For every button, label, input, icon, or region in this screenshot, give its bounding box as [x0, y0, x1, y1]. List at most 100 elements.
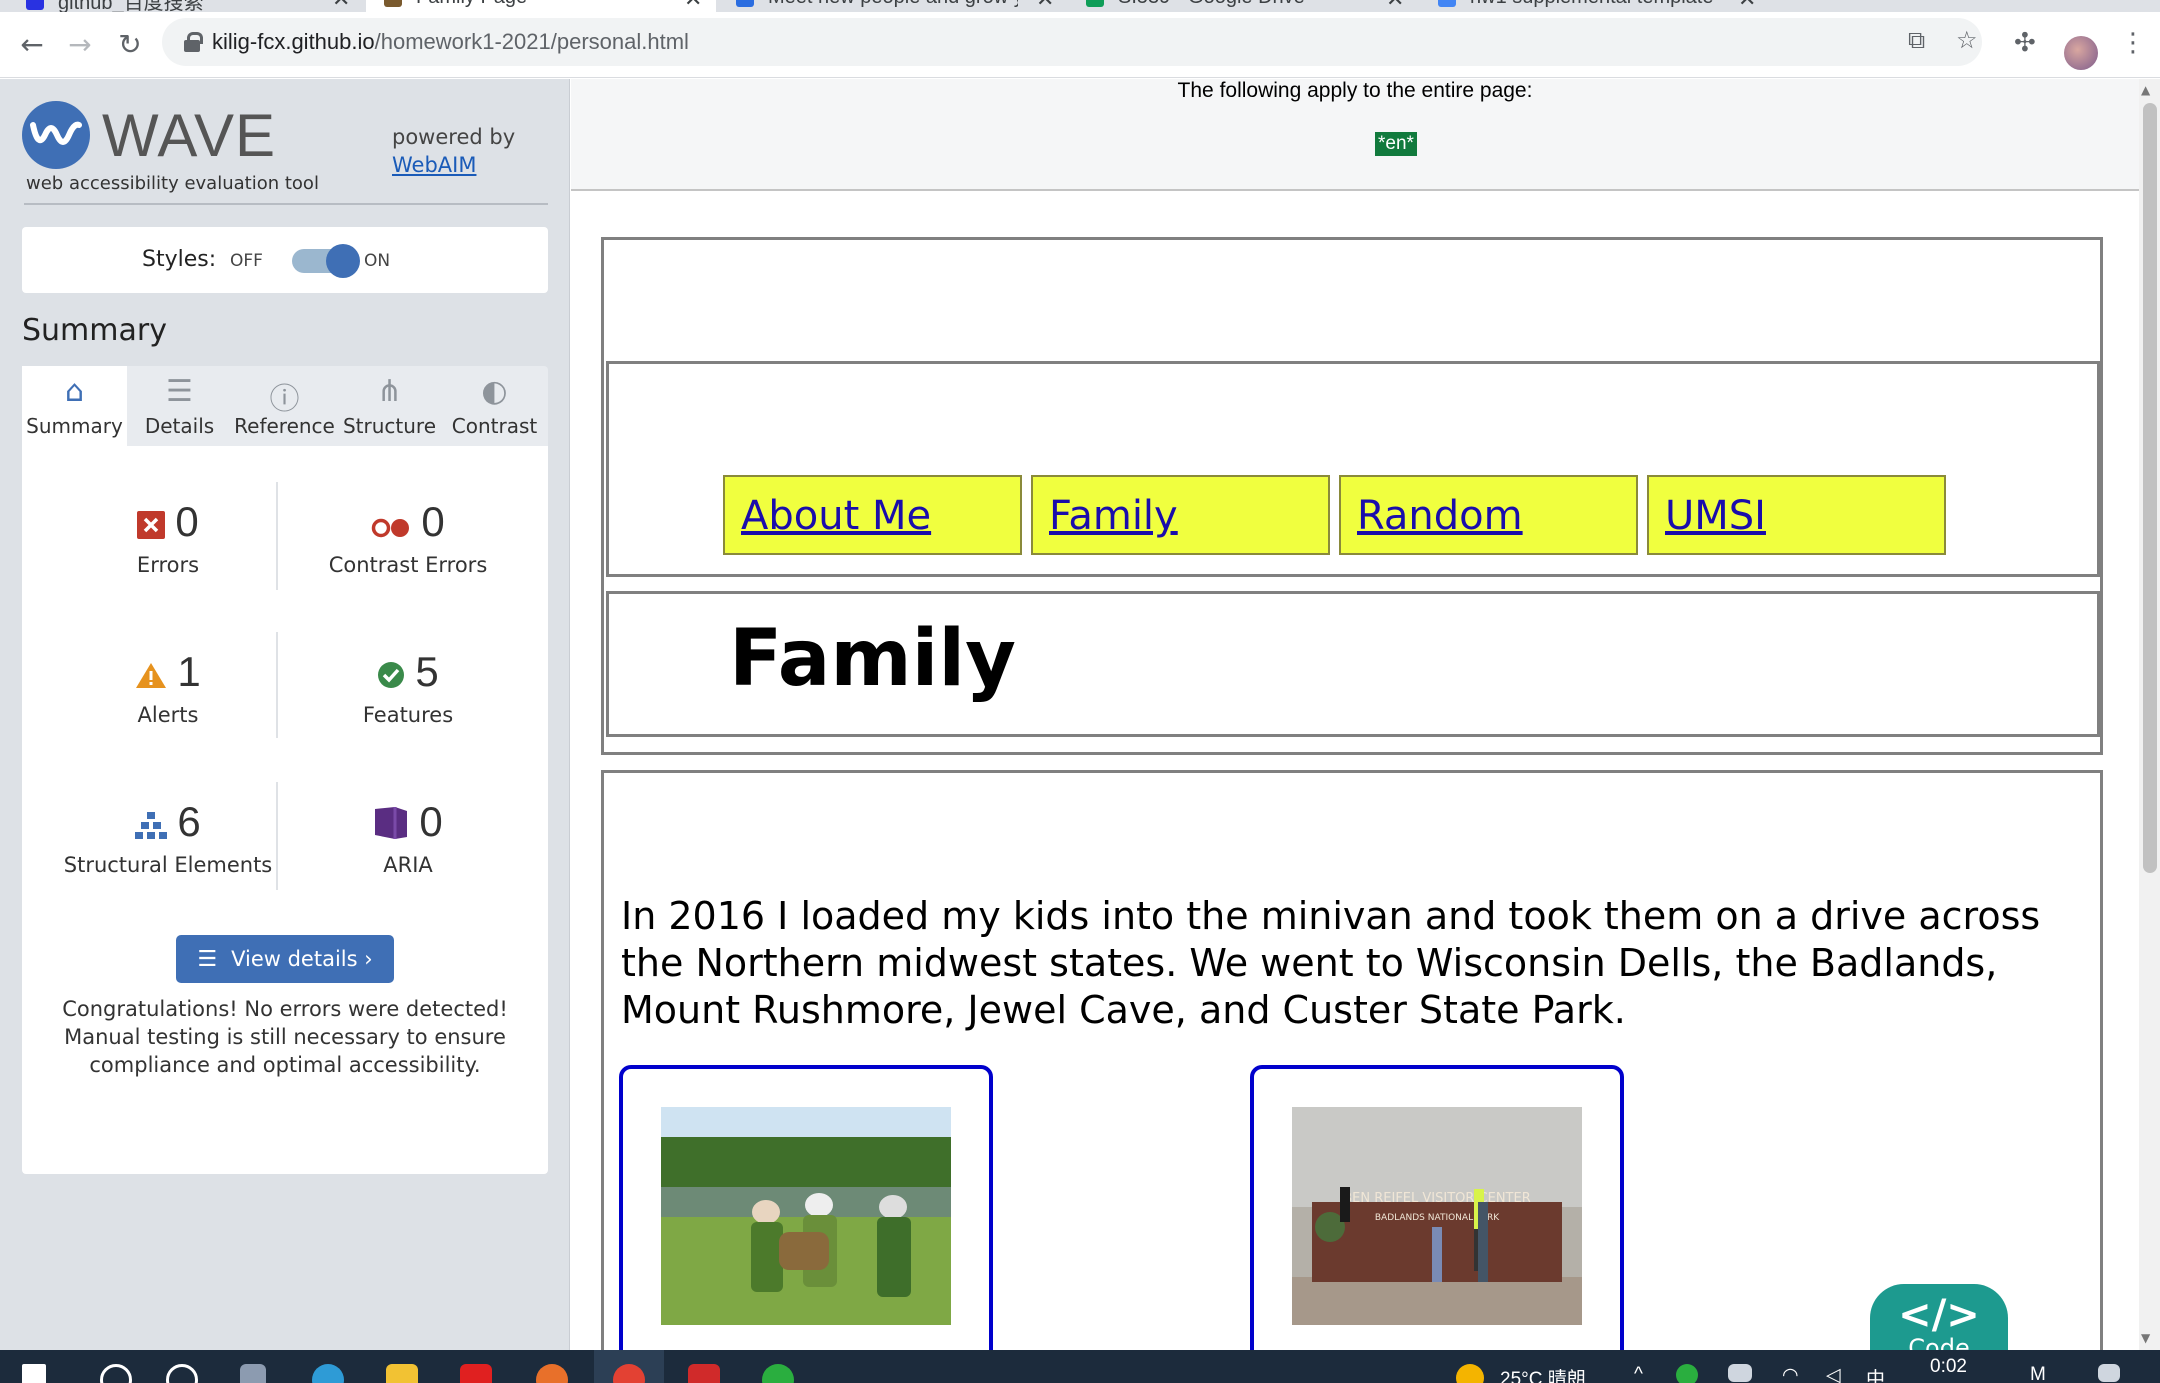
close-tab-icon[interactable]: ✕: [1738, 0, 1756, 12]
wave-tab-bar: ⌂ Summary ☰ Details ⓘ Reference ⋔ Struct…: [22, 366, 548, 446]
error-icon: [137, 501, 166, 549]
webaim-link[interactable]: WebAIM: [392, 153, 476, 177]
tab-details[interactable]: ☰ Details: [127, 366, 232, 446]
nav-link-family[interactable]: Family: [1031, 475, 1330, 555]
page-scrollbar[interactable]: ▲ ▼: [2139, 79, 2160, 1350]
close-tab-icon[interactable]: ✕: [1386, 0, 1404, 12]
nav-link-umsi[interactable]: UMSI: [1647, 475, 1946, 555]
address-bar[interactable]: kilig-fcx.github.io/homework1-2021/perso…: [162, 18, 1982, 66]
feature-icon: [377, 651, 405, 699]
avatar[interactable]: [2064, 36, 2098, 70]
menu-kebab-icon[interactable]: ⋮: [2120, 28, 2146, 58]
tab-strip: github_百度搜索 ✕ Family Page ✕ Meet new peo…: [0, 0, 2160, 12]
browser-tab[interactable]: SI539 - Google Drive ✕: [1086, 0, 1404, 12]
tab-contrast[interactable]: ◐ Contrast: [442, 366, 547, 446]
wechat-tray-icon[interactable]: [1676, 1364, 1698, 1383]
close-tab-icon[interactable]: ✕: [332, 0, 350, 12]
browser-tab[interactable]: hw1 supplemental template ✕: [1438, 0, 1756, 12]
weather-text[interactable]: 25°C 晴朗: [1500, 1364, 1586, 1383]
language-badge[interactable]: *en*: [1375, 132, 1417, 156]
cortana-icon[interactable]: [166, 1364, 198, 1383]
browser-toolbar: ← → ↻ kilig-fcx.github.io/homework1-2021…: [0, 12, 2160, 78]
code-toggle-button[interactable]: </> Code: [1870, 1284, 2008, 1350]
styles-off-label: OFF: [230, 251, 263, 271]
sign-text: BEN REIFEL VISITOR CENTER: [1343, 1191, 1531, 1206]
powered-by: powered by WebAIM: [392, 125, 516, 177]
stat-errors[interactable]: 0 Errors: [58, 498, 278, 577]
wifi-icon[interactable]: ◠: [1782, 1364, 1799, 1383]
volume-icon[interactable]: ◁: [1826, 1364, 1841, 1383]
drive-favicon-icon: [1086, 0, 1104, 7]
action-center-icon[interactable]: [2098, 1364, 2120, 1382]
tab-structure[interactable]: ⋔ Structure: [337, 366, 442, 446]
browser-tab-active[interactable]: Family Page ✕: [366, 0, 716, 12]
toggle-knob: [326, 244, 360, 278]
alert-icon: [135, 651, 167, 699]
wechat-icon[interactable]: [762, 1364, 794, 1383]
styles-toggle-box: Styles: OFF ON: [22, 227, 548, 293]
nav-link-about-me[interactable]: About Me: [723, 475, 1022, 555]
badlands-photo[interactable]: BEN REIFEL VISITOR CENTER BADLANDS NATIO…: [1292, 1107, 1582, 1325]
page-level-bar: The following apply to the entire page: …: [571, 79, 2139, 191]
styles-label: Styles:: [142, 247, 217, 272]
firefox-icon[interactable]: [536, 1364, 568, 1383]
tab-summary[interactable]: ⌂ Summary: [22, 366, 127, 446]
browser-window: { "browser": { "tabs": [ {"title": "gith…: [0, 0, 2160, 1383]
clock-time[interactable]: 0:02: [1930, 1356, 1967, 1378]
tray-expand-icon[interactable]: ^: [1634, 1364, 1643, 1383]
search-icon[interactable]: [100, 1364, 132, 1383]
stat-aria[interactable]: 0 ARIA: [298, 798, 518, 877]
header-section: About Me Family Random UMSI Family: [601, 237, 2103, 755]
battery-icon[interactable]: [1728, 1364, 1752, 1382]
browser-tab[interactable]: Meet new people and grow y ✕: [736, 0, 1054, 12]
scroll-up-icon[interactable]: ▲: [2141, 83, 2150, 97]
scroll-down-icon[interactable]: ▼: [2141, 1331, 2150, 1345]
url-text: kilig-fcx.github.io/homework1-2021/perso…: [212, 29, 689, 54]
wave-sidebar: WAVE web accessibility evaluation tool p…: [0, 79, 570, 1350]
photo-card: BEN REIFEL VISITOR CENTER BADLANDS NATIO…: [1250, 1065, 1624, 1350]
contrast-error-icon: [371, 501, 411, 549]
aria-icon: [373, 801, 409, 849]
page-favicon-icon: [384, 0, 402, 7]
stat-structural-elements[interactable]: 6 Structural Elements: [58, 798, 278, 877]
close-tab-icon[interactable]: ✕: [684, 0, 702, 12]
edge-icon[interactable]: [312, 1364, 344, 1383]
forward-icon[interactable]: →: [62, 28, 98, 62]
intro-paragraph: In 2016 I loaded my kids into the miniva…: [621, 894, 2041, 1032]
meetup-favicon-icon: [736, 0, 754, 7]
styles-toggle[interactable]: [292, 244, 360, 278]
extensions-icon[interactable]: ✣: [2014, 28, 2036, 58]
close-tab-icon[interactable]: ✕: [1036, 0, 1054, 12]
translate-icon[interactable]: ⧉: [1908, 26, 1925, 54]
bookmark-star-icon[interactable]: ☆: [1956, 26, 1978, 54]
summary-panel: 0 Errors 0 Contrast Errors 1 Alerts 5 Fe…: [22, 446, 548, 1174]
list-icon: ☰: [166, 374, 193, 409]
code-icon: </>: [1898, 1292, 1980, 1338]
stat-alerts[interactable]: 1 Alerts: [58, 648, 278, 727]
kids-photo[interactable]: [661, 1107, 951, 1325]
file-explorer-icon[interactable]: [386, 1364, 418, 1383]
stat-features[interactable]: 5 Features: [298, 648, 518, 727]
youdao-icon[interactable]: [460, 1364, 492, 1383]
wave-title: WAVE: [102, 102, 277, 169]
home-icon: ⌂: [64, 374, 85, 409]
notifications-icon[interactable]: M: [2030, 1364, 2046, 1383]
tab-reference[interactable]: ⓘ Reference: [232, 366, 337, 446]
list-icon: ☰: [197, 947, 218, 972]
wps-icon[interactable]: [688, 1364, 720, 1383]
scrollbar-thumb[interactable]: [2143, 103, 2157, 873]
weather-icon[interactable]: [1456, 1364, 1484, 1383]
structure-icon: [135, 801, 168, 849]
ime-indicator[interactable]: 中: [1866, 1364, 1885, 1383]
reload-icon[interactable]: ↻: [112, 28, 148, 62]
task-view-icon[interactable]: [240, 1364, 266, 1383]
windows-start-icon[interactable]: [22, 1364, 46, 1383]
back-icon[interactable]: ←: [14, 28, 50, 62]
browser-tab[interactable]: github_百度搜索 ✕: [26, 0, 350, 12]
congrats-message: Congratulations! No errors were detected…: [62, 997, 508, 1077]
view-details-button[interactable]: ☰ View details ›: [176, 935, 394, 983]
stat-contrast-errors[interactable]: 0 Contrast Errors: [298, 498, 518, 577]
nav-link-random[interactable]: Random: [1339, 475, 1638, 555]
baidu-favicon-icon: [26, 0, 44, 10]
divider: [24, 203, 548, 205]
